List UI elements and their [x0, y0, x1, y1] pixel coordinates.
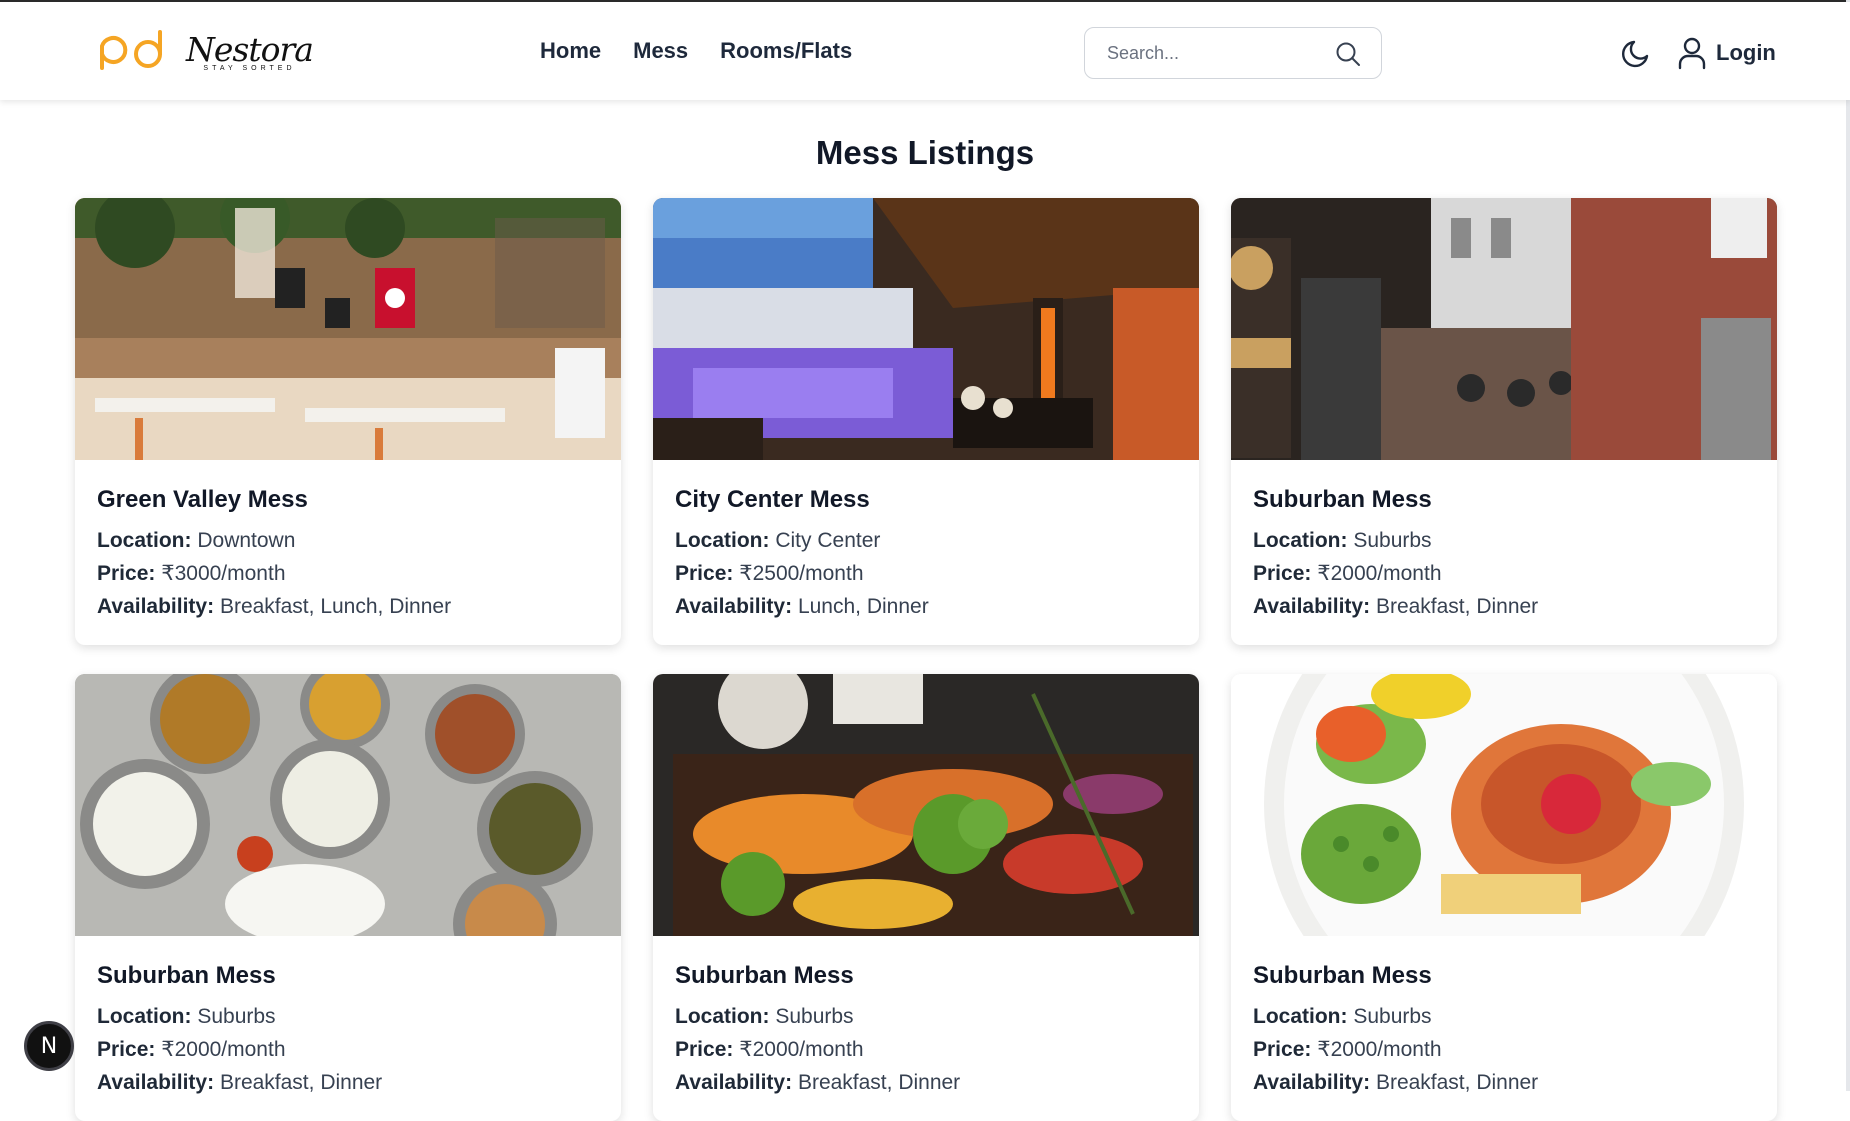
price-label: Price: [675, 1038, 734, 1061]
availability-label: Availability: [675, 595, 793, 618]
location-label: Location: [1253, 529, 1348, 552]
cafe-interior-photo [75, 198, 621, 460]
availability-value: Breakfast, Dinner [1375, 595, 1539, 618]
search-box [1084, 27, 1382, 79]
price-label: Price: [675, 562, 734, 585]
street-restaurant-photo [1231, 198, 1777, 460]
login-label: Login [1716, 40, 1776, 65]
mess-name: Green Valley Mess [97, 486, 308, 513]
price-label: Price: [97, 562, 156, 585]
price-label: Price: [1253, 1038, 1312, 1061]
nav-rooms-flats[interactable]: Rooms/Flats [720, 38, 852, 64]
login-button[interactable]: Login [1676, 36, 1776, 70]
mess-name: Suburban Mess [1253, 962, 1432, 989]
dark-mode-moon-icon[interactable] [1620, 36, 1654, 70]
location-label: Location: [97, 529, 192, 552]
location-value: Suburbs [775, 1005, 854, 1028]
brand-logo[interactable]: Nestora STAY SORTED [94, 26, 314, 78]
dev-tools-badge[interactable]: N [24, 1021, 74, 1071]
roasted-vegetables-photo [653, 674, 1199, 936]
nav-home[interactable]: Home [540, 38, 601, 64]
price-value: ₹2000/month [161, 1038, 286, 1061]
poolside-restaurant-photo [653, 198, 1199, 460]
brand-name: Nestora [186, 29, 314, 69]
mess-name: Suburban Mess [1253, 486, 1432, 513]
price-value: ₹2000/month [1317, 562, 1442, 585]
price-value: ₹2000/month [739, 1038, 864, 1061]
chicken-plate-photo [1231, 674, 1777, 936]
page-title: Mess Listings [815, 134, 1035, 171]
mess-name: City Center Mess [675, 486, 870, 513]
availability-value: Breakfast, Lunch, Dinner [219, 595, 452, 618]
site-header: Nestora STAY SORTED Home Mess Rooms/Flat… [0, 2, 1850, 100]
nav-mess[interactable]: Mess [633, 38, 688, 64]
user-icon [1678, 37, 1706, 70]
availability-value: Lunch, Dinner [797, 595, 929, 618]
price-label: Price: [97, 1038, 156, 1061]
mess-name: Suburban Mess [675, 962, 854, 989]
location-value: Suburbs [197, 1005, 276, 1028]
brand-tagline: STAY SORTED [203, 64, 296, 72]
location-value: Suburbs [1353, 1005, 1432, 1028]
mess-card[interactable]: Green Valley Mess Location: Downtown Pri… [75, 198, 621, 645]
search-icon[interactable] [1335, 41, 1361, 67]
thali-plate-photo [75, 674, 621, 936]
pd-logo-icon [100, 30, 162, 70]
location-label: Location: [97, 1005, 192, 1028]
price-value: ₹2000/month [1317, 1038, 1442, 1061]
location-label: Location: [1253, 1005, 1348, 1028]
location-value: City Center [775, 529, 881, 552]
price-value: ₹2500/month [739, 562, 864, 585]
mess-card[interactable]: Suburban Mess Location: Suburbs Price: ₹… [1231, 198, 1777, 645]
location-value: Suburbs [1353, 529, 1432, 552]
price-value: ₹3000/month [161, 562, 286, 585]
mess-card[interactable]: Suburban Mess Location: Suburbs Price: ₹… [75, 674, 621, 1121]
main-nav: Home Mess Rooms/Flats [540, 38, 852, 64]
mess-card[interactable]: City Center Mess Location: City Center P… [653, 198, 1199, 645]
mess-card[interactable]: Suburban Mess Location: Suburbs Price: ₹… [1231, 674, 1777, 1121]
location-label: Location: [675, 529, 770, 552]
availability-label: Availability: [97, 595, 215, 618]
mess-card[interactable]: Suburban Mess Location: Suburbs Price: ₹… [653, 674, 1199, 1121]
mess-name: Suburban Mess [97, 962, 276, 989]
search-input[interactable] [1107, 42, 1327, 64]
location-label: Location: [675, 1005, 770, 1028]
location-value: Downtown [197, 529, 296, 552]
price-label: Price: [1253, 562, 1312, 585]
availability-label: Availability: [1253, 595, 1371, 618]
